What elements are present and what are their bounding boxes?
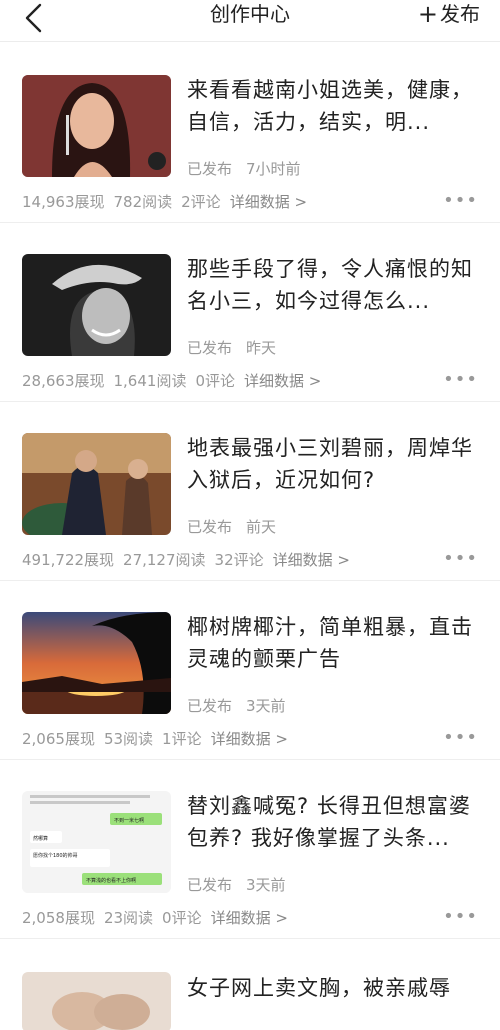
- publish-time: 昨天: [246, 339, 277, 357]
- publish-time: 7小时前: [246, 160, 301, 178]
- publish-label: 发布: [440, 2, 480, 26]
- comments-count: 32评论: [214, 551, 264, 569]
- publish-button[interactable]: + 发布: [418, 2, 480, 26]
- product-photo-icon: [22, 972, 171, 1030]
- casino-photo-icon: [22, 433, 171, 535]
- more-options-icon[interactable]: •••: [443, 190, 478, 211]
- more-options-icon[interactable]: •••: [443, 906, 478, 927]
- publish-status: 已发布 前天: [187, 516, 276, 537]
- detail-data-link[interactable]: 详细数据 >: [244, 372, 321, 390]
- detail-data-link[interactable]: 详细数据 >: [230, 193, 307, 211]
- status-label: 已发布: [187, 518, 233, 536]
- article-title[interactable]: 来看看越南小姐选美，健康，自信，活力，结实，明...: [187, 74, 477, 138]
- views-count: 28,663展现: [22, 372, 105, 390]
- more-options-icon[interactable]: •••: [443, 369, 478, 390]
- reads-count: 27,127阅读: [123, 551, 206, 569]
- status-label: 已发布: [187, 876, 233, 894]
- article-stats: 2,065展现 53阅读 1评论 详细数据 >: [22, 728, 297, 749]
- article-thumbnail[interactable]: 不到一米七啊 然哪算 愿你找个180的帅哥 不算浅的也看不上你啊: [22, 791, 171, 893]
- publish-status: 已发布 3天前: [187, 874, 286, 895]
- detail-data-link[interactable]: 详细数据 >: [211, 730, 288, 748]
- plus-icon: +: [417, 0, 438, 28]
- chat-screenshot-icon: 不到一米七啊 然哪算 愿你找个180的帅哥 不算浅的也看不上你啊: [22, 791, 171, 893]
- publish-status: 已发布 昨天: [187, 337, 276, 358]
- article-card[interactable]: 不到一米七啊 然哪算 愿你找个180的帅哥 不算浅的也看不上你啊 替刘鑫喊冤? …: [0, 760, 500, 939]
- reads-count: 782阅读: [113, 193, 173, 211]
- article-title[interactable]: 女子网上卖文胸，被亲戚辱: [187, 972, 477, 1004]
- comments-count: 0评论: [195, 372, 235, 390]
- article-stats: 491,722展现 27,127阅读 32评论 详细数据 >: [22, 549, 359, 570]
- sunset-palm-photo-icon: [22, 612, 171, 714]
- publish-time: 前天: [246, 518, 277, 536]
- article-stats: 28,663展现 1,641阅读 0评论 详细数据 >: [22, 370, 330, 391]
- article-thumbnail[interactable]: [22, 972, 171, 1030]
- views-count: 2,065展现: [22, 730, 95, 748]
- more-options-icon[interactable]: •••: [443, 548, 478, 569]
- article-card[interactable]: 那些手段了得，令人痛恨的知名小三，如今过得怎么... 已发布 昨天 28,663展…: [0, 223, 500, 402]
- comments-count: 2评论: [181, 193, 221, 211]
- detail-data-link[interactable]: 详细数据 >: [273, 551, 350, 569]
- status-label: 已发布: [187, 160, 233, 178]
- status-label: 已发布: [187, 697, 233, 715]
- views-count: 2,058展现: [22, 909, 95, 927]
- svg-text:愿你找个180的帅哥: 愿你找个180的帅哥: [33, 852, 78, 859]
- article-title[interactable]: 椰树牌椰汁，简单粗暴，直击灵魂的颤栗广告: [187, 611, 477, 675]
- bw-portrait-photo-icon: [22, 254, 171, 356]
- article-stats: 2,058展现 23阅读 0评论 详细数据 >: [22, 907, 297, 928]
- article-title[interactable]: 替刘鑫喊冤? 长得丑但想富婆包养? 我好像掌握了头条...: [187, 790, 477, 854]
- article-card[interactable]: 来看看越南小姐选美，健康，自信，活力，结实，明... 已发布 7小时前 14,96…: [0, 44, 500, 223]
- article-title[interactable]: 那些手段了得，令人痛恨的知名小三，如今过得怎么...: [187, 253, 477, 317]
- article-stats: 14,963展现 782阅读 2评论 详细数据 >: [22, 191, 316, 212]
- svg-text:不算浅的也看不上你啊: 不算浅的也看不上你啊: [86, 877, 136, 884]
- svg-text:然哪算: 然哪算: [33, 835, 48, 842]
- views-count: 14,963展现: [22, 193, 105, 211]
- comments-count: 1评论: [162, 730, 202, 748]
- article-card[interactable]: 椰树牌椰汁，简单粗暴，直击灵魂的颤栗广告 已发布 3天前 2,065展现 53阅读 1…: [0, 581, 500, 760]
- article-thumbnail[interactable]: [22, 612, 171, 714]
- top-bar: 创作中心 + 发布: [0, 0, 500, 42]
- article-thumbnail[interactable]: [22, 254, 171, 356]
- article-thumbnail[interactable]: [22, 433, 171, 535]
- article-card[interactable]: 地表最强小三刘碧丽，周焯华入狱后，近况如何? 已发布 前天 491,722展现 27…: [0, 402, 500, 581]
- detail-data-link[interactable]: 详细数据 >: [211, 909, 288, 927]
- publish-status: 已发布 3天前: [187, 695, 286, 716]
- publish-time: 3天前: [246, 697, 286, 715]
- status-label: 已发布: [187, 339, 233, 357]
- reads-count: 1,641阅读: [113, 372, 187, 390]
- more-options-icon[interactable]: •••: [443, 727, 478, 748]
- comments-count: 0评论: [162, 909, 202, 927]
- article-card-partial[interactable]: 女子网上卖文胸，被亲戚辱: [0, 952, 500, 1030]
- reads-count: 23阅读: [103, 909, 154, 927]
- reads-count: 53阅读: [103, 730, 154, 748]
- portrait-photo-icon: [22, 75, 171, 177]
- views-count: 491,722展现: [22, 551, 115, 569]
- publish-time: 3天前: [246, 876, 286, 894]
- article-thumbnail[interactable]: [22, 75, 171, 177]
- publish-status: 已发布 7小时前: [187, 158, 301, 179]
- svg-text:不到一米七啊: 不到一米七啊: [114, 817, 144, 824]
- article-title[interactable]: 地表最强小三刘碧丽，周焯华入狱后，近况如何?: [187, 432, 477, 496]
